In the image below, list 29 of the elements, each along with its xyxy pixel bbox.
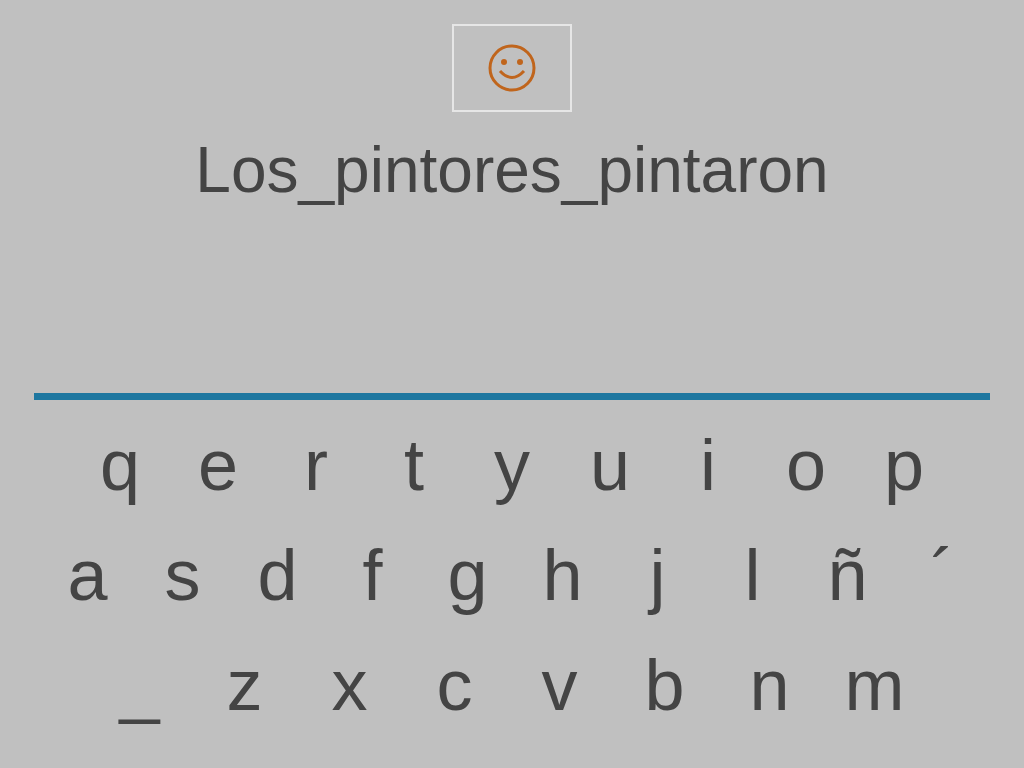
key-button[interactable]: v [507, 640, 612, 730]
key-button[interactable]: j [610, 530, 705, 620]
key-button[interactable]: g [420, 530, 515, 620]
key-button[interactable]: c [402, 640, 507, 730]
key-button[interactable]: i [659, 420, 757, 510]
key-button[interactable]: b [612, 640, 717, 730]
key-button[interactable]: r [267, 420, 365, 510]
key-button[interactable]: _ [87, 640, 192, 730]
key-button[interactable]: t [365, 420, 463, 510]
key-button[interactable]: z [192, 640, 297, 730]
key-button[interactable]: f [325, 530, 420, 620]
smiley-icon [486, 42, 538, 94]
key-button[interactable]: ñ [800, 530, 895, 620]
key-button[interactable]: m [822, 640, 927, 730]
key-button[interactable]: ´ [895, 530, 990, 620]
key-button[interactable]: a [40, 530, 135, 620]
sentence-text: Los_pintores_pintaron [195, 133, 829, 207]
key-button[interactable]: p [855, 420, 953, 510]
key-button[interactable]: s [135, 530, 230, 620]
key-button[interactable]: h [515, 530, 610, 620]
key-button[interactable]: e [169, 420, 267, 510]
key-button[interactable]: u [561, 420, 659, 510]
key-button[interactable]: n [717, 640, 822, 730]
key-button[interactable]: x [297, 640, 402, 730]
key-button[interactable]: d [230, 530, 325, 620]
key-button[interactable]: o [757, 420, 855, 510]
key-button[interactable]: q [71, 420, 169, 510]
key-button[interactable]: l [705, 530, 800, 620]
key-button[interactable]: y [463, 420, 561, 510]
